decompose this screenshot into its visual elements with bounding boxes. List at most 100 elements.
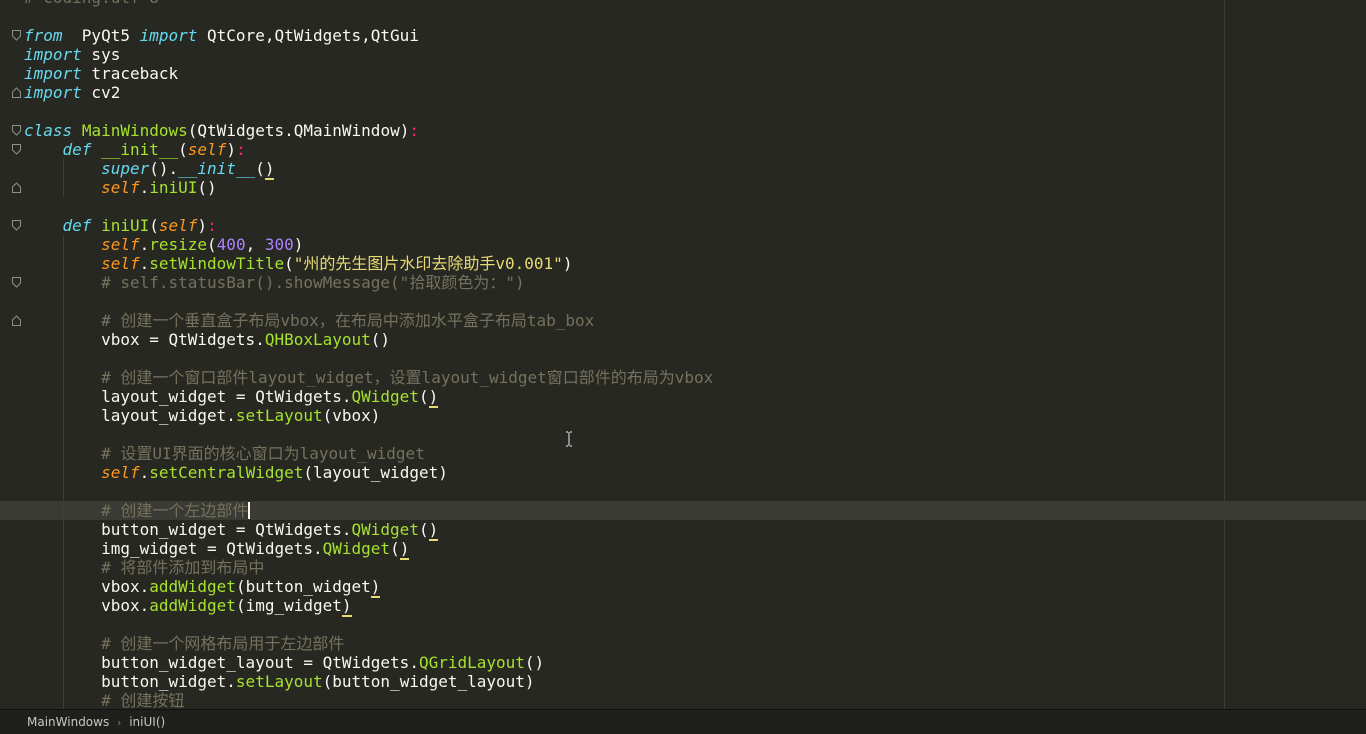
code-token: (button_widget bbox=[235, 577, 371, 596]
code-token: (layout_widget) bbox=[303, 463, 448, 482]
code-line[interactable]: vbox.addWidget(button_widget) bbox=[24, 577, 1366, 598]
fold-open-icon[interactable] bbox=[12, 277, 21, 288]
fold-open-icon[interactable] bbox=[12, 220, 21, 231]
code-line[interactable]: layout_widget.setLayout(vbox) bbox=[24, 406, 1366, 425]
code-token: __init__ bbox=[101, 140, 179, 159]
code-line[interactable]: self.iniUI() bbox=[24, 178, 1366, 197]
code-token: () bbox=[370, 330, 391, 349]
code-line[interactable] bbox=[24, 615, 1366, 634]
code-token: cv2 bbox=[81, 83, 121, 102]
code-token: from bbox=[24, 26, 63, 45]
code-token: ( bbox=[418, 387, 429, 406]
fold-open-icon[interactable] bbox=[12, 144, 21, 155]
code-token: (button_widget_layout) bbox=[322, 672, 535, 691]
code-line[interactable] bbox=[24, 292, 1366, 311]
indent-guide bbox=[62, 615, 64, 634]
indent-guide bbox=[62, 558, 64, 577]
code-line[interactable]: # 创建按钮 bbox=[24, 691, 1366, 709]
code-token: __init__ bbox=[178, 159, 256, 178]
code-token: 400 bbox=[216, 235, 246, 254]
code-token: : bbox=[207, 216, 217, 235]
code-token: # 创建一个窗口部件layout_widget，设置layout_widget窗… bbox=[101, 368, 714, 387]
code-token: # coding:utf-8 bbox=[24, 0, 159, 7]
code-line[interactable] bbox=[24, 7, 1366, 26]
code-token: ) bbox=[428, 520, 439, 541]
code-token: ( bbox=[178, 140, 188, 159]
code-token: (QtWidgets.QMainWindow) bbox=[187, 121, 410, 140]
code-line[interactable] bbox=[24, 482, 1366, 501]
code-token: ) bbox=[562, 254, 573, 273]
code-token: (img_widget bbox=[235, 596, 342, 615]
indent-guide bbox=[62, 254, 64, 273]
code-line[interactable]: img_widget = QtWidgets.QWidget() bbox=[24, 539, 1366, 560]
code-token: ( bbox=[390, 539, 400, 558]
code-line[interactable]: import cv2 bbox=[24, 83, 1366, 102]
code-line[interactable] bbox=[24, 102, 1366, 121]
code-line[interactable]: # 设置UI界面的核心窗口为layout_widget bbox=[24, 444, 1366, 463]
code-line[interactable]: # 将部件添加到布局中 bbox=[24, 558, 1366, 577]
fold-close-icon[interactable] bbox=[12, 87, 21, 98]
code-line[interactable]: button_widget_layout = QtWidgets.QGridLa… bbox=[24, 653, 1366, 672]
fold-open-icon[interactable] bbox=[12, 125, 21, 136]
code-token: # 将部件添加到布局中 bbox=[101, 558, 265, 577]
code-token: # 创建一个网格布局用于左边部件 bbox=[101, 634, 345, 653]
indent-guide bbox=[62, 653, 64, 672]
code-line[interactable] bbox=[24, 197, 1366, 216]
code-token: setLayout bbox=[235, 406, 323, 425]
code-line[interactable]: def iniUI(self): bbox=[24, 216, 1366, 235]
fold-close-icon[interactable] bbox=[12, 182, 21, 193]
code-line[interactable]: super().__init__() bbox=[24, 159, 1366, 180]
code-line[interactable]: button_widget.setLayout(button_widget_la… bbox=[24, 672, 1366, 691]
code-line[interactable]: class MainWindows(QtWidgets.QMainWindow)… bbox=[24, 121, 1366, 140]
text-cursor bbox=[248, 502, 251, 519]
code-line[interactable]: self.setWindowTitle("州的先生图片水印去除助手v0.001"… bbox=[24, 254, 1366, 273]
breadcrumb-class[interactable]: MainWindows bbox=[27, 715, 109, 729]
code-line[interactable]: import sys bbox=[24, 45, 1366, 64]
code-line[interactable]: # 创建一个左边部件 bbox=[0, 501, 1366, 520]
indent-guide bbox=[62, 368, 64, 387]
fold-open-icon[interactable] bbox=[12, 30, 21, 41]
code-token: ( bbox=[284, 254, 294, 273]
indent-guide bbox=[62, 520, 64, 539]
code-token: layout_widget. bbox=[101, 406, 236, 425]
code-line[interactable]: # 创建一个窗口部件layout_widget，设置layout_widget窗… bbox=[24, 368, 1366, 387]
code-line[interactable] bbox=[24, 349, 1366, 368]
code-line[interactable]: def __init__(self): bbox=[24, 140, 1366, 159]
code-token: resize bbox=[149, 235, 208, 254]
breadcrumb-method[interactable]: iniUI() bbox=[129, 715, 165, 729]
code-line[interactable] bbox=[24, 425, 1366, 444]
code-token: button_widget_layout = QtWidgets. bbox=[101, 653, 419, 672]
code-token: setCentralWidget bbox=[149, 463, 304, 482]
code-line[interactable]: import traceback bbox=[24, 64, 1366, 83]
code-token: iniUI bbox=[101, 216, 150, 235]
indent-guide bbox=[62, 634, 64, 653]
code-line[interactable]: # self.statusBar().showMessage("拾取颜色为：") bbox=[24, 273, 1366, 292]
code-token: # 创建一个左边部件 bbox=[101, 501, 249, 520]
code-token: def bbox=[62, 140, 92, 159]
indent-guide bbox=[62, 501, 64, 520]
code-token: QGridLayout bbox=[418, 653, 525, 672]
code-line[interactable]: layout_widget = QtWidgets.QWidget() bbox=[24, 387, 1366, 408]
code-line[interactable]: # coding:utf-8 bbox=[24, 0, 1366, 7]
code-line[interactable]: # 创建一个网格布局用于左边部件 bbox=[24, 634, 1366, 653]
indent-guide bbox=[62, 273, 64, 292]
code-token: . bbox=[139, 235, 150, 254]
code-token: ) bbox=[399, 539, 410, 560]
code-line[interactable]: vbox.addWidget(img_widget) bbox=[24, 596, 1366, 617]
code-line[interactable]: # 创建一个垂直盒子布局vbox，在布局中添加水平盒子布局tab_box bbox=[24, 311, 1366, 330]
code-line[interactable]: from PyQt5 import QtCore,QtWidgets,QtGui bbox=[24, 26, 1366, 45]
code-token: traceback bbox=[81, 64, 179, 83]
code-line[interactable]: self.resize(400, 300) bbox=[24, 235, 1366, 254]
indent-guide bbox=[62, 425, 64, 444]
code-lines[interactable]: # coding:utf-8 from PyQt5 import QtCore,Q… bbox=[0, 0, 1366, 709]
code-token: : bbox=[409, 121, 419, 140]
indent-guide bbox=[62, 178, 64, 197]
code-editor[interactable]: # coding:utf-8 from PyQt5 import QtCore,Q… bbox=[0, 0, 1366, 709]
indent-guide bbox=[62, 311, 64, 330]
fold-close-icon[interactable] bbox=[12, 315, 21, 326]
code-line[interactable]: button_widget = QtWidgets.QWidget() bbox=[24, 520, 1366, 541]
code-line[interactable]: vbox = QtWidgets.QHBoxLayout() bbox=[24, 330, 1366, 349]
code-token: QHBoxLayout bbox=[264, 330, 371, 349]
code-line[interactable]: self.setCentralWidget(layout_widget) bbox=[24, 463, 1366, 482]
code-token: ) bbox=[341, 596, 352, 617]
